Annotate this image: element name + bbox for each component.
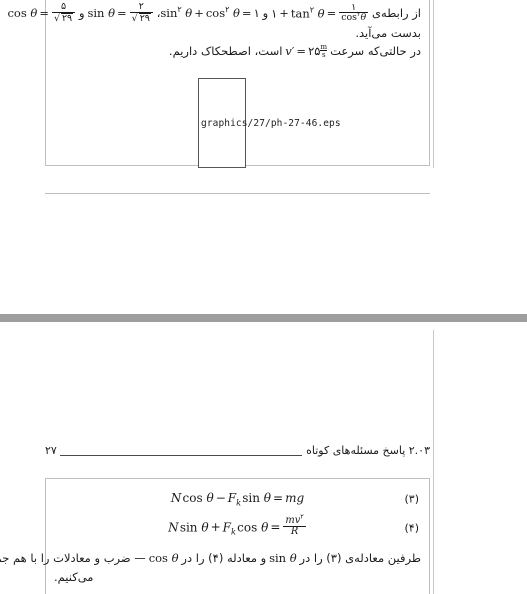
eq4-plus: + — [210, 520, 221, 535]
derivation-line-2: بدست می‌آید. — [355, 25, 421, 40]
exponent-two-a: ۲ — [309, 5, 314, 15]
math-cos-value: cos θ = ۵ √ ۲۹ — [7, 1, 76, 25]
conjunction-and-2: و — [79, 5, 85, 20]
eq4-theta-1: θ — [201, 520, 209, 535]
eps-placeholder: graphics/27/ph-27-46.eps — [198, 78, 341, 168]
equation-4-body: N sin θ + Fk cos θ = mv۲ R — [168, 512, 307, 539]
line3-suffix: است، اصطحکاک داریم. — [168, 43, 283, 58]
eq3-g: g — [296, 491, 305, 505]
fraction-five-over-sqrt29: ۵ √ ۲۹ — [51, 1, 76, 24]
eq4-cos: cos — [237, 520, 258, 535]
content-frame-bottom: N cos θ − Fk sin θ = mg (۳) N sin θ + Fk cos θ… — [0, 478, 430, 594]
math-sin-value: sin θ = ۲ √ ۲۹ — [87, 1, 153, 25]
eq3-subscript-k: k — [236, 497, 242, 508]
closing-text-a: طرفین معادله‌ی (۳) را در — [299, 550, 421, 565]
derivation-line-3: در حالتی‌که سرعت v′ = ۲۵ m s است، اصطحکاک دا… — [54, 43, 421, 62]
page-number: ۲۷ — [45, 444, 60, 457]
fraction-two-over-sqrt29: ۲ √ ۲۹ — [129, 1, 153, 24]
eq3-theta-1: θ — [206, 491, 214, 505]
sin-denominator: √ ۲۹ — [129, 11, 153, 24]
running-head-title: ۲.۰۳ پاسخ مسئله‌های کوتاه — [302, 444, 430, 457]
conjunction-and-1: و — [262, 5, 269, 20]
eq4-sin: sin — [179, 520, 198, 535]
closing-text-b: و معادله (۴) را در — [181, 550, 267, 565]
unit-denominator-s: s — [320, 50, 328, 60]
eq3-m: m — [285, 491, 297, 505]
equation-3-tag: (۳) — [404, 492, 420, 505]
cos-numerator: ۵ — [61, 1, 67, 12]
closing-paragraph: طرفین معادله‌ی (۳) را در sin θ و معادله … — [0, 539, 429, 587]
closing-math-sin: sin θ — [269, 550, 297, 565]
section-divider-rule — [45, 193, 430, 194]
eq4-num-m: m — [285, 515, 295, 526]
equation-row-4: N sin θ + Fk cos θ = mv۲ R (۴) — [46, 512, 429, 539]
fraction-mv2-over-R: mv۲ R — [283, 512, 306, 538]
page-break-band — [0, 314, 527, 322]
eq3-F: F — [227, 491, 237, 505]
equation-4-tag: (۴) — [404, 521, 420, 535]
derivation-paragraph: از رابطه‌ی ۱ + tan۲ θ = ۱ cos۲θ و sin۲ θ + cos۲… — [7, 0, 429, 62]
frac-numerator-mv2: mv۲ — [283, 512, 305, 526]
eq4-equals: = — [270, 520, 281, 535]
frac-num-one: ۱ — [351, 1, 357, 13]
eq3-theta-2: θ — [263, 491, 272, 505]
unit-numerator-m: m — [320, 42, 328, 51]
eq4-N: N — [168, 520, 179, 535]
closing-math-cos: cos θ — [148, 550, 179, 565]
section-number: ۲.۰۳ — [408, 444, 430, 457]
closing-line-2: می‌کنیم. — [54, 570, 94, 585]
sqrt-29-a: ۲۹ — [138, 12, 151, 24]
sin-numerator: ۲ — [138, 1, 144, 12]
derivation-line-1: از رابطه‌ی ۱ + tan۲ θ = ۱ cos۲θ و sin۲ θ + cos۲… — [7, 1, 421, 25]
cos-denominator: √ ۲۹ — [51, 11, 76, 24]
eps-path-label: graphics/27/ph-27-46.eps — [201, 118, 341, 129]
eq4-num-exponent: ۲ — [300, 512, 304, 521]
unit-meters-per-second: ms — [320, 42, 328, 60]
identity-result-one: ۱ — [253, 5, 260, 20]
eq3-N: N — [170, 491, 182, 505]
running-head: ۲.۰۳ پاسخ مسئله‌های کوتاه ۲۷ — [45, 444, 430, 460]
math-pythagorean-identity: sin۲ θ + cos۲ θ = ۱ — [160, 5, 260, 20]
eq3-cos: cos — [182, 491, 203, 505]
line1-lead-text: از رابطه‌ی — [372, 5, 421, 20]
section-title: پاسخ مسئله‌های کوتاه — [306, 444, 406, 457]
sqrt-29-b: ۲۹ — [61, 12, 74, 24]
math-tan-identity: ۱ + tan۲ θ = ۱ cos۲θ — [271, 1, 369, 24]
eq3-sin: sin — [242, 491, 260, 505]
exponent-two-d: ۲ — [225, 5, 230, 15]
closing-text-c: — ضرب و معادلات را با هم جمع — [0, 550, 146, 565]
equation-3-body: N cos θ − Fk sin θ = mg — [170, 491, 305, 508]
eq4-subscript-k: k — [231, 526, 236, 537]
line3-prefix: در حالتی‌که سرعت — [330, 43, 421, 58]
content-frame-top: از رابطه‌ی ۱ + tan۲ θ = ۱ cos۲θ و sin۲ θ + cos۲… — [7, 0, 430, 168]
eq4-F: F — [222, 520, 231, 535]
math-velocity-value: v′ = ۲۵ m s — [285, 42, 328, 60]
velocity-number: ۲۵ — [308, 43, 321, 58]
eq4-denominator-R: R — [283, 526, 306, 537]
equation-row-3: N cos θ − Fk sin θ = mg (۳) — [46, 491, 429, 506]
frac-den-cos-sq: cos۲θ — [339, 10, 369, 24]
page-top: از رابطه‌ی ۱ + tan۲ θ = ۱ cos۲θ و sin۲ θ + cos۲… — [0, 0, 434, 168]
closing-line-1: طرفین معادله‌ی (۳) را در sin θ و معادله … — [0, 549, 421, 568]
eq3-equals: = — [273, 491, 284, 505]
page-bottom: ۲.۰۳ پاسخ مسئله‌های کوتاه ۲۷ N cos θ − Fk … — [0, 330, 434, 594]
eq3-minus: − — [215, 491, 226, 505]
exponent-two-c: ۲ — [177, 5, 182, 15]
fraction-one-over-cos-squared: ۱ cos۲θ — [339, 1, 369, 24]
